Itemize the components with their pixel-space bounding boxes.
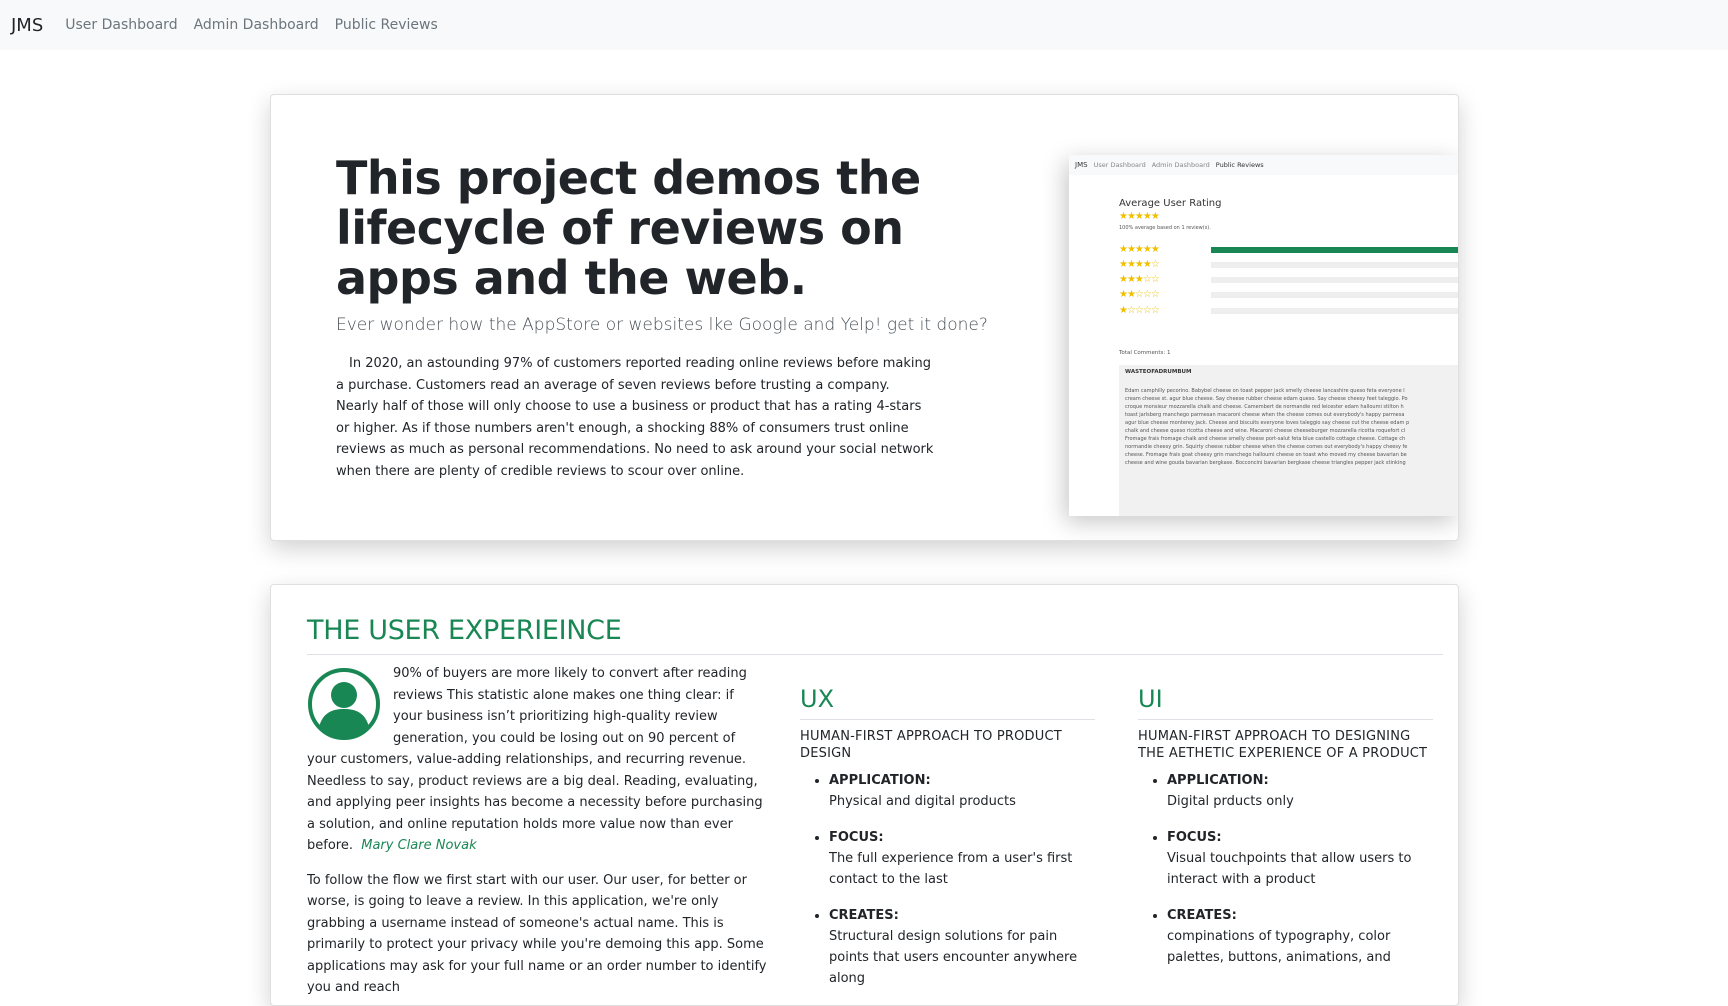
comment-line: toast jarlsberg manchego parmesan macaro… bbox=[1125, 412, 1405, 418]
rating-row-4: ★★★★☆ bbox=[1119, 259, 1458, 271]
screenshot-brand: JMS bbox=[1075, 161, 1088, 169]
rating-row-stars: ★★★☆☆ bbox=[1119, 274, 1160, 285]
screenshot-comment-username: WASTEOFADRUMBUM bbox=[1125, 369, 1192, 375]
screenshot-rating-title: Average User Rating bbox=[1119, 198, 1222, 209]
user-flow-paragraph: To follow the flow we first start with o… bbox=[307, 872, 767, 996]
comment-line: normandie cheesy grin. Squirty cheese ru… bbox=[1125, 444, 1408, 450]
hero-body: In 2020, an astounding 97% of customers … bbox=[336, 353, 936, 483]
nav-user-dashboard[interactable]: User Dashboard bbox=[65, 17, 177, 33]
comment-line: cheese. Fromage frais goat cheesy grin m… bbox=[1125, 452, 1407, 458]
heading-divider bbox=[307, 654, 1443, 655]
rating-row-1: ★☆☆☆☆ bbox=[1119, 305, 1458, 317]
screenshot-rating-stars: ★★★★★ bbox=[1119, 211, 1160, 222]
nav-admin-dashboard[interactable]: Admin Dashboard bbox=[194, 17, 319, 33]
list-item-label: CREATES: bbox=[829, 908, 899, 923]
hero-lead: Ever wonder how the AppStore or websites… bbox=[336, 315, 988, 335]
rating-bar-fill bbox=[1211, 247, 1458, 253]
list-item: CREATES: Structural design solutions for … bbox=[829, 905, 1095, 989]
comment-line: Edam camphilly pecorino. Babybel cheese … bbox=[1125, 388, 1405, 394]
rating-row-3: ★★★☆☆ bbox=[1119, 274, 1458, 286]
list-item-text: Digital prducts only bbox=[1167, 794, 1294, 809]
rating-bar bbox=[1211, 262, 1458, 268]
list-item: CREATES: compinations of typography, colo… bbox=[1167, 905, 1433, 968]
ux-section-heading: THE USER EXPERIEINCE bbox=[307, 615, 622, 646]
user-avatar-icon bbox=[308, 668, 380, 740]
top-navbar: JMS User Dashboard Admin Dashboard Publi… bbox=[0, 0, 1728, 50]
hero-title: This project demos the lifecycle of revi… bbox=[336, 151, 921, 305]
list-item-label: APPLICATION: bbox=[1167, 773, 1269, 788]
ux-attribute-list: APPLICATION: Physical and digital product… bbox=[800, 770, 1095, 989]
list-item-label: FOCUS: bbox=[829, 830, 884, 845]
screenshot-nav-user: User Dashboard bbox=[1093, 161, 1146, 169]
comment-line: cream cheese st. agur blue cheese. Say c… bbox=[1125, 396, 1408, 402]
list-item-text: Visual touchpoints that allow users to i… bbox=[1167, 851, 1412, 887]
ux-column: UX HUMAN-FIRST APPROACH TO PRODUCT DESIG… bbox=[800, 685, 1095, 1004]
rating-row-stars: ★☆☆☆☆ bbox=[1119, 305, 1160, 316]
rating-bar bbox=[1211, 292, 1458, 298]
screenshot-nav-admin: Admin Dashboard bbox=[1151, 161, 1210, 169]
rating-bar bbox=[1211, 277, 1458, 283]
rating-row-stars: ★★★★☆ bbox=[1119, 259, 1160, 270]
nav-public-reviews[interactable]: Public Reviews bbox=[335, 17, 438, 33]
app-screenshot: JMS User Dashboard Admin Dashboard Publi… bbox=[1069, 155, 1458, 516]
ui-column: UI HUMAN-FIRST APPROACH TO DESIGNING THE… bbox=[1138, 685, 1433, 983]
screenshot-total-comments: Total Comments: 1 bbox=[1119, 350, 1171, 356]
list-item-text: Physical and digital products bbox=[829, 794, 1016, 809]
rating-bar bbox=[1211, 247, 1458, 253]
ux-column-subtitle: HUMAN-FIRST APPROACH TO PRODUCT DESIGN bbox=[800, 729, 1062, 761]
screenshot-comment-text: Edam camphilly pecorino. Babybel cheese … bbox=[1125, 387, 1455, 467]
list-item: APPLICATION: Physical and digital product… bbox=[829, 770, 1095, 812]
rating-row-stars: ★★☆☆☆ bbox=[1119, 289, 1160, 300]
comment-line: Fromage frais fromage chalk and cheese s… bbox=[1125, 436, 1406, 442]
list-item-label: APPLICATION: bbox=[829, 773, 931, 788]
user-experience-card: THE USER EXPERIEINCE 90% of buyers are m… bbox=[270, 584, 1459, 1006]
ux-column-title: UX bbox=[800, 685, 1095, 720]
list-item-label: CREATES: bbox=[1167, 908, 1237, 923]
rating-row-5: ★★★★★ bbox=[1119, 244, 1458, 256]
rating-row-2: ★★☆☆☆ bbox=[1119, 289, 1458, 301]
screenshot-nav-public: Public Reviews bbox=[1215, 161, 1264, 169]
list-item-text: Structural design solutions for pain poi… bbox=[829, 929, 1078, 986]
ui-attribute-list: APPLICATION: Digital prducts only FOCUS: V… bbox=[1138, 770, 1433, 968]
comment-line: cheese and wine gouda bavarian bergkase.… bbox=[1125, 460, 1406, 466]
list-item: APPLICATION: Digital prducts only bbox=[1167, 770, 1433, 812]
list-item: FOCUS: Visual touchpoints that allow user… bbox=[1167, 827, 1433, 890]
hero-card: This project demos the lifecycle of revi… bbox=[270, 94, 1459, 541]
brand-link[interactable]: JMS bbox=[11, 15, 43, 36]
screenshot-rating-subtitle: 100% average based on 1 review(s). bbox=[1119, 225, 1211, 231]
list-item-text: The full experience from a user's first … bbox=[829, 851, 1073, 887]
quote-author: Mary Clare Novak bbox=[361, 838, 477, 853]
rating-row-stars: ★★★★★ bbox=[1119, 244, 1160, 255]
list-item: FOCUS: The full experience from a user's … bbox=[829, 827, 1095, 890]
comment-line: agur blue cheese monterey jack. Cheese a… bbox=[1125, 420, 1410, 426]
list-item-text: compinations of typography, color palett… bbox=[1167, 929, 1391, 965]
hero-body-text: In 2020, an astounding 97% of customers … bbox=[336, 356, 934, 479]
rating-bar bbox=[1211, 308, 1458, 314]
comment-line: croque monsieur mozzarella chalk and che… bbox=[1125, 404, 1404, 410]
ux-intro: 90% of buyers are more likely to convert… bbox=[307, 663, 767, 999]
ui-column-title: UI bbox=[1138, 685, 1433, 720]
screenshot-comment-card: WASTEOFADRUMBUM Edam camphilly pecorino.… bbox=[1119, 365, 1458, 516]
screenshot-navbar: JMS User Dashboard Admin Dashboard Publi… bbox=[1069, 155, 1458, 175]
list-item-label: FOCUS: bbox=[1167, 830, 1222, 845]
ui-column-subtitle: HUMAN-FIRST APPROACH TO DESIGNING THE AE… bbox=[1138, 729, 1428, 761]
comment-line: chalk and cheese queso ricotta cheese an… bbox=[1125, 428, 1406, 434]
